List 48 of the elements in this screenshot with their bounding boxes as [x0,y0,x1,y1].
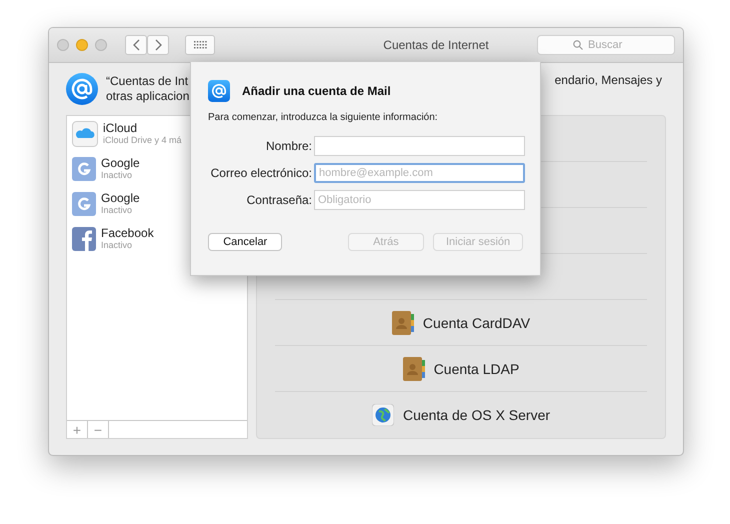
at-sign-icon [208,80,230,102]
name-field[interactable] [314,136,525,156]
description-text: otras aplicacion [106,89,190,104]
text-field[interactable]: hombre@example.com [314,163,525,183]
account-status: Inactivo [101,170,134,180]
account-type-option[interactable]: Cuenta CardDAV [275,300,647,346]
account-item[interactable]: iCloud iCloud Drive y 4 má [67,116,189,151]
address-book-icon [392,310,414,334]
account-name: Facebook [101,226,154,238]
globe-icon [372,404,394,426]
close-icon[interactable] [57,39,69,51]
grid-icon [194,41,206,49]
account-item[interactable]: Google Inactivo [67,151,189,186]
field-label: Contraseña: [246,193,312,207]
account-item[interactable]: Google Inactivo [67,186,189,221]
chevron-left-icon [132,39,140,51]
search-icon [573,40,583,50]
zoom-icon[interactable] [95,39,107,51]
facebook-f-icon [72,226,96,250]
at-sign-icon [66,73,98,105]
description-text: endario, Mensajes y [554,73,662,87]
dialog-instruction: Para comenzar, introduzca la siguiente información: [208,112,439,123]
account-name: Google [101,192,140,204]
description-text: “Cuentas de Int [106,74,190,89]
chevron-right-icon [154,39,162,51]
cancel-button[interactable]: Cancelar [208,233,282,251]
account-status: Inactivo [101,204,134,216]
cloud-icon [72,120,98,146]
account-status: iCloud Drive y 4 má [103,134,182,146]
google-g-icon [72,192,96,216]
account-type-option[interactable]: Cuenta de OS X Server [275,392,647,438]
account-item[interactable]: Facebook Inactivo [67,221,189,256]
search-field[interactable]: Buscar [537,35,675,55]
account-type-option[interactable]: Cuenta LDAP [275,346,647,392]
field-label: Nombre: [264,139,312,153]
window-title: Cuentas de Internet [382,38,490,52]
address-book-icon [402,356,425,380]
account-name: iCloud [103,122,138,134]
account-name: Google [101,156,140,168]
show-all-button[interactable] [185,35,215,55]
text-field[interactable]: Obligatorio [314,190,525,210]
account-status: Inactivo [101,238,134,250]
back-button[interactable] [125,35,147,55]
forward-button[interactable] [147,35,169,55]
minimize-icon[interactable] [76,39,88,51]
google-g-icon [72,156,96,180]
dialog-title: Añadir una cuenta de Mail [242,84,391,98]
field-label: Correo electrónico: [210,166,312,180]
